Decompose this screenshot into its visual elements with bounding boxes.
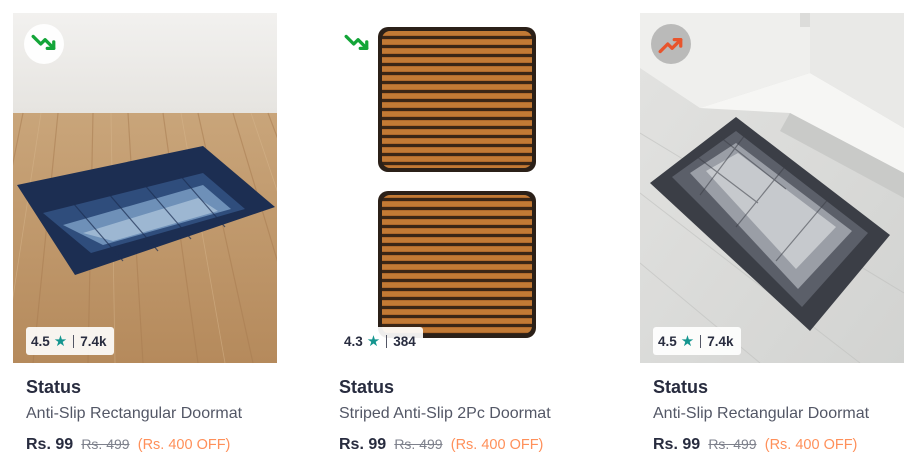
rating-value: 4.5 — [658, 333, 677, 349]
product-title[interactable]: Anti-Slip Rectangular Doormat — [653, 405, 903, 423]
rating-value: 4.5 — [31, 333, 50, 349]
trend-down-icon — [344, 34, 369, 50]
trend-badge — [337, 24, 377, 64]
product-price: Rs. 99 — [339, 436, 387, 453]
trend-badge — [24, 24, 64, 64]
rating-badge: 4.5 ★ 7.4k — [26, 327, 114, 355]
rating-badge: 4.3 ★ 384 — [339, 327, 423, 355]
rating-count: 384 — [393, 333, 416, 349]
star-icon: ★ — [53, 332, 68, 350]
rating-divider — [73, 334, 75, 348]
product-brand[interactable]: Status — [26, 377, 81, 398]
product-mrp: Rs. 499 — [394, 436, 443, 452]
product-discount: (Rs. 400 OFF) — [450, 437, 544, 453]
rating-count: 7.4k — [80, 333, 107, 349]
product-discount: (Rs. 400 OFF) — [137, 437, 231, 453]
star-icon: ★ — [680, 332, 695, 350]
rating-count: 7.4k — [707, 333, 734, 349]
product-price: Rs. 99 — [26, 436, 74, 453]
product-image[interactable]: 4.5 ★ 7.4k — [640, 13, 904, 363]
product-image[interactable]: 4.3 ★ 384 — [326, 13, 590, 363]
trend-down-icon — [31, 34, 56, 50]
product-title[interactable]: Striped Anti-Slip 2Pc Doormat — [339, 405, 589, 423]
product-discount: (Rs. 400 OFF) — [764, 437, 858, 453]
star-icon: ★ — [366, 332, 381, 350]
product-card[interactable]: 4.5 ★ 7.4k Status Anti-Slip Rectangular … — [640, 0, 904, 463]
product-brand[interactable]: Status — [339, 377, 394, 398]
trend-badge — [651, 24, 691, 64]
product-title[interactable]: Anti-Slip Rectangular Doormat — [26, 405, 276, 423]
product-image[interactable]: 4.5 ★ 7.4k — [13, 13, 277, 363]
price-row: Rs. 99 Rs. 499 (Rs. 400 OFF) — [26, 436, 230, 454]
product-card[interactable]: 4.5 ★ 7.4k Status Anti-Slip Rectangular … — [13, 0, 277, 463]
rating-divider — [700, 334, 702, 348]
product-brand[interactable]: Status — [653, 377, 708, 398]
product-mrp: Rs. 499 — [81, 436, 130, 452]
price-row: Rs. 99 Rs. 499 (Rs. 400 OFF) — [653, 436, 857, 454]
rating-badge: 4.5 ★ 7.4k — [653, 327, 741, 355]
product-price: Rs. 99 — [653, 436, 701, 453]
product-mrp: Rs. 499 — [708, 436, 757, 452]
price-row: Rs. 99 Rs. 499 (Rs. 400 OFF) — [339, 436, 543, 454]
product-card[interactable]: 4.3 ★ 384 Status Striped Anti-Slip 2Pc D… — [326, 0, 590, 463]
rating-divider — [386, 334, 388, 348]
rating-value: 4.3 — [344, 333, 363, 349]
trend-up-icon — [658, 38, 683, 54]
